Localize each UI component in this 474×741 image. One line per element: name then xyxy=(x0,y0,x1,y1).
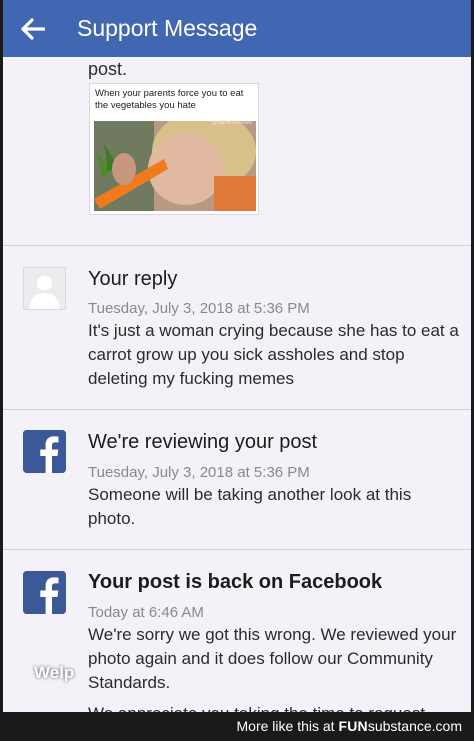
support-message-screen: Support Message post. When your parents … xyxy=(3,0,471,712)
avatar-placeholder-icon xyxy=(23,267,66,310)
arrow-left-icon xyxy=(21,17,45,40)
message-timestamp: Tuesday, July 3, 2018 at 5:36 PM xyxy=(88,464,310,481)
message-body: Someone will be taking another look at t… xyxy=(88,485,412,528)
divider xyxy=(3,245,471,246)
message-title: Your post is back on Facebook xyxy=(88,571,383,593)
watermark-brand-fun: FUN xyxy=(338,718,368,734)
watermark-prefix: More like this at xyxy=(236,718,335,734)
back-button[interactable] xyxy=(3,0,63,57)
message-timestamp: Today at 6:46 AM xyxy=(88,604,204,621)
message-thread[interactable]: post. When your parents force you to eat… xyxy=(3,57,471,712)
message-title: Your reply xyxy=(88,268,178,290)
divider xyxy=(3,549,471,550)
watermark-brand-domain: .com xyxy=(431,718,462,734)
message-body-cutoff: We appreciate you taking the time to req… xyxy=(88,704,425,712)
meme-caption: When your parents force you to eat the v… xyxy=(95,88,244,111)
watermark-brand-substance: substance xyxy=(367,718,432,734)
message-body: It's just a woman crying because she has… xyxy=(88,321,459,388)
post-text-fragment: post. xyxy=(88,59,128,79)
meme-photo xyxy=(94,121,256,211)
meme-watermark: @dank.memes xyxy=(211,120,252,126)
divider xyxy=(3,409,471,410)
header-bar: Support Message xyxy=(3,0,471,57)
facebook-icon xyxy=(23,571,66,614)
page-title: Support Message xyxy=(77,15,258,41)
meme-image[interactable]: When your parents force you to eat the v… xyxy=(89,83,259,215)
overlay-caption: Welp xyxy=(34,663,75,682)
facebook-icon xyxy=(23,430,66,473)
message-timestamp: Tuesday, July 3, 2018 at 5:36 PM xyxy=(88,300,310,317)
watermark-text: More like this at FUNsubstance.com xyxy=(237,718,462,734)
message-title: We're reviewing your post xyxy=(88,431,318,453)
watermark-bar: More like this at FUNsubstance.com xyxy=(0,712,474,741)
message-body: We're sorry we got this wrong. We review… xyxy=(88,625,457,692)
